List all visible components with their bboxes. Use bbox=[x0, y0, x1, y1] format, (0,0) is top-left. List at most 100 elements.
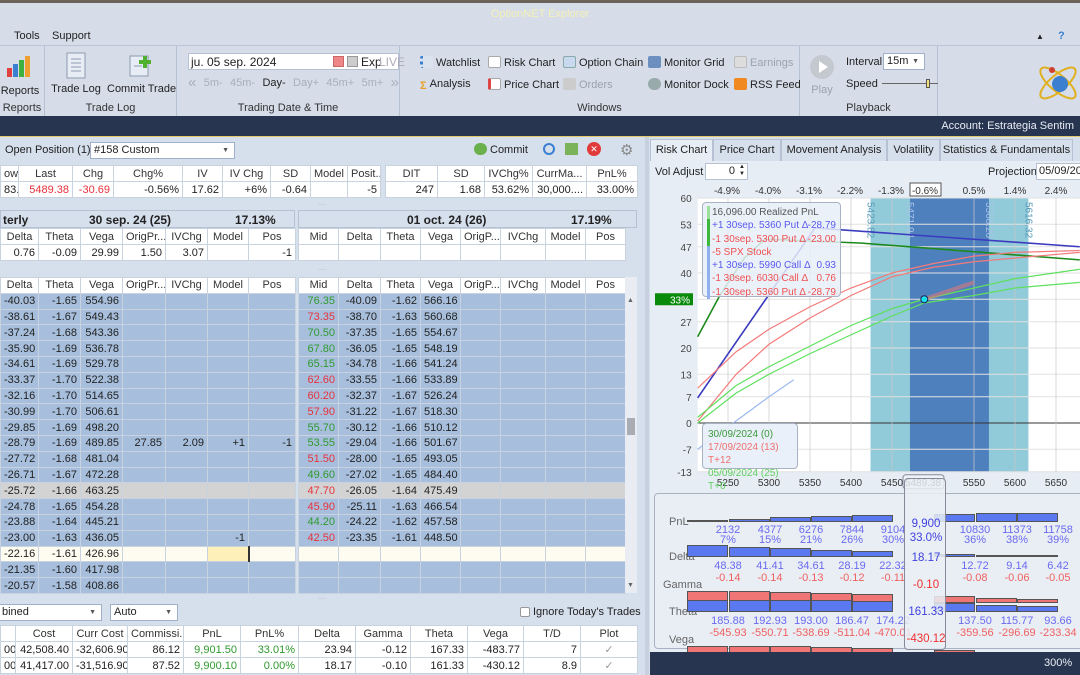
position-select[interactable]: #158 Custom ▼ bbox=[90, 142, 235, 159]
column-header[interactable] bbox=[0, 625, 16, 642]
table-row[interactable]: -32.16 -1.70 514.65 bbox=[0, 387, 296, 405]
table-row[interactable]: 49.60 -27.02 -1.65 484.40 bbox=[298, 466, 626, 484]
column-header[interactable]: OrigP... bbox=[460, 277, 501, 294]
column-header[interactable]: CurrMa... bbox=[532, 165, 587, 182]
column-header[interactable]: Model bbox=[545, 277, 586, 294]
watchlist-button[interactable]: Watchlist bbox=[420, 56, 480, 69]
column-header[interactable]: PnL% bbox=[240, 625, 299, 642]
column-header[interactable]: SD bbox=[437, 165, 485, 182]
column-header[interactable]: Vega bbox=[420, 228, 461, 245]
speed-slider[interactable] bbox=[882, 79, 938, 88]
cell[interactable] bbox=[207, 545, 250, 563]
column-header[interactable]: Chg bbox=[72, 165, 114, 182]
earnings-button[interactable]: Earnings bbox=[734, 56, 793, 69]
tab-volatility[interactable]: Volatility bbox=[887, 139, 940, 161]
column-header[interactable]: IVChg% bbox=[484, 165, 533, 182]
table-row[interactable] bbox=[298, 577, 626, 594]
rss-feed-button[interactable]: RSS Feed bbox=[734, 78, 801, 91]
spinner-icon[interactable]: ▲ ▼ bbox=[739, 164, 745, 178]
table-row[interactable]: 67.80 -36.05 -1.65 548.19 bbox=[298, 340, 626, 357]
column-header[interactable]: Posit... bbox=[347, 165, 381, 182]
column-header[interactable]: OrigP... bbox=[460, 228, 501, 245]
projection-date-input[interactable]: 05/09/20 bbox=[1036, 163, 1080, 180]
tab-movement-analysis[interactable]: Movement Analysis bbox=[781, 139, 887, 161]
table-row[interactable]: 73.35 -38.70 -1.63 560.68 bbox=[298, 308, 626, 326]
risk-chart-button[interactable]: Risk Chart bbox=[488, 56, 555, 69]
table-row[interactable]: -30.99 -1.70 506.61 bbox=[0, 403, 296, 421]
splitter-handle[interactable]: ∙∙∙∙∙ bbox=[0, 202, 645, 208]
column-header[interactable]: Gamma bbox=[355, 625, 411, 642]
column-header[interactable]: PnL bbox=[183, 625, 241, 642]
holiday-icon[interactable] bbox=[347, 56, 358, 67]
export-icon[interactable] bbox=[565, 143, 578, 155]
column-header[interactable]: IV bbox=[182, 165, 223, 182]
column-header[interactable]: IVChg bbox=[500, 277, 546, 294]
column-header[interactable]: IV Chg bbox=[222, 165, 271, 182]
analysis-button[interactable]: Σ Analysis bbox=[420, 78, 471, 92]
table-row[interactable]: 42.50 -23.35 -1.61 448.50 bbox=[298, 529, 626, 547]
combined-select[interactable]: bined ▼ bbox=[0, 604, 102, 621]
tab-price-chart[interactable]: Price Chart bbox=[713, 139, 781, 161]
table-row[interactable]: -26.71 -1.67 472.28 bbox=[0, 466, 296, 484]
vol-adjust-input[interactable]: 0 ▲ ▼ bbox=[705, 163, 748, 180]
column-header[interactable]: Last bbox=[18, 165, 73, 182]
table-row[interactable]: 51.50 -28.00 -1.65 493.05 bbox=[298, 450, 626, 468]
interval-select[interactable]: 15m ▼ bbox=[883, 53, 925, 70]
plot-checkbox[interactable]: ✓ bbox=[580, 657, 638, 674]
commit-trade-button[interactable]: Commit Trade bbox=[107, 52, 176, 95]
plot-checkbox[interactable]: ✓ bbox=[580, 641, 638, 658]
column-header[interactable]: Chg% bbox=[113, 165, 183, 182]
table-row[interactable]: -38.61 -1.67 549.43 bbox=[0, 308, 296, 326]
column-header[interactable]: Delta bbox=[0, 228, 39, 245]
table-row[interactable]: -23.00 -1.63 436.05 -1 bbox=[0, 529, 296, 547]
search-icon[interactable] bbox=[543, 143, 555, 155]
table-row[interactable]: 53.55 -29.04 -1.66 501.67 bbox=[298, 434, 626, 452]
column-header[interactable]: Mid bbox=[298, 277, 339, 294]
orders-button[interactable]: Orders bbox=[563, 78, 613, 91]
forward-day-button[interactable]: Day+ bbox=[293, 77, 319, 89]
monitor-dock-button[interactable]: Monitor Dock bbox=[648, 78, 729, 91]
column-header[interactable]: Vega bbox=[80, 228, 123, 245]
chain-scrollbar[interactable]: ▲ ▼ bbox=[625, 277, 637, 593]
slider-thumb[interactable] bbox=[926, 79, 930, 88]
table-row[interactable] bbox=[298, 561, 626, 579]
back-5m-button[interactable]: 5m- bbox=[204, 77, 223, 89]
splitter-handle[interactable]: ∙∙∙∙∙ bbox=[0, 596, 645, 602]
table-row[interactable]: 47.70 -26.05 -1.64 475.49 bbox=[298, 482, 626, 500]
table-row[interactable]: 00 42,508.40 -32,606.90 86.12 9,901.50 33.01%… bbox=[0, 641, 638, 658]
table-row[interactable]: 76.35 -40.09 -1.62 566.16 bbox=[298, 292, 626, 310]
column-header[interactable]: Vega bbox=[80, 277, 123, 294]
table-row[interactable]: -20.57 -1.58 408.86 bbox=[0, 577, 296, 594]
column-header[interactable]: Vega bbox=[420, 277, 461, 294]
column-header[interactable]: Model bbox=[207, 277, 249, 294]
option-chain-button[interactable]: Option Chain bbox=[563, 56, 643, 69]
table-row[interactable] bbox=[298, 244, 626, 261]
table-row[interactable]: 0.76 -0.09 29.99 1.50 3.07 -1 bbox=[0, 244, 296, 261]
tab-risk-chart[interactable]: Risk Chart bbox=[650, 139, 713, 162]
table-row[interactable]: -37.24 -1.68 543.36 bbox=[0, 324, 296, 342]
table-row[interactable]: -40.03 -1.65 554.96 bbox=[0, 292, 296, 310]
menu-support[interactable]: Support bbox=[52, 30, 91, 42]
forward-45m-button[interactable]: 45m+ bbox=[326, 77, 354, 89]
back-45m-button[interactable]: 45m- bbox=[230, 77, 255, 89]
checkbox-icon[interactable] bbox=[520, 607, 530, 617]
column-header[interactable]: Mid bbox=[298, 228, 339, 245]
column-header[interactable]: OrigPr... bbox=[122, 277, 166, 294]
column-header[interactable]: IVChg bbox=[500, 228, 546, 245]
fast-forward-icon[interactable]: » bbox=[391, 75, 399, 90]
column-header[interactable]: IVChg bbox=[165, 277, 208, 294]
table-row[interactable]: -34.61 -1.69 529.78 bbox=[0, 355, 296, 373]
table-row[interactable]: -23.88 -1.64 445.21 bbox=[0, 513, 296, 531]
column-header[interactable]: Theta bbox=[380, 277, 421, 294]
column-header[interactable]: Cost bbox=[15, 625, 73, 642]
table-row[interactable]: 65.15 -34.78 -1.66 541.24 bbox=[298, 355, 626, 373]
column-header[interactable]: Pos bbox=[585, 228, 626, 245]
table-row[interactable]: -27.72 -1.68 481.04 bbox=[0, 450, 296, 468]
reports-button[interactable]: Reports bbox=[0, 52, 40, 97]
column-header[interactable]: Theta bbox=[38, 277, 81, 294]
column-header[interactable]: Theta bbox=[380, 228, 421, 245]
monitor-grid-button[interactable]: Monitor Grid bbox=[648, 56, 725, 69]
table-row[interactable]: 57.90 -31.22 -1.67 518.30 bbox=[298, 403, 626, 421]
column-header[interactable]: Delta bbox=[298, 625, 356, 642]
column-header[interactable]: Vega bbox=[467, 625, 524, 642]
